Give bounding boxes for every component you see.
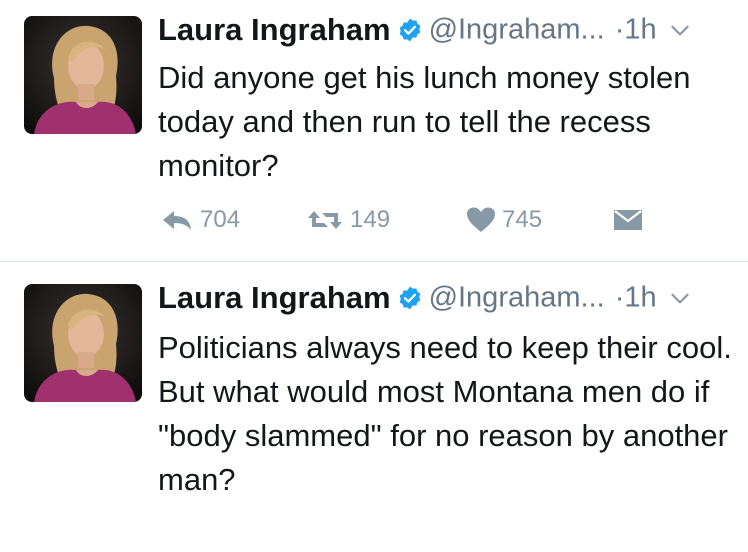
tweet-text: Did anyone get his lunch money stolen to… — [158, 60, 691, 183]
tweet-text: Politicians always need to keep their co… — [158, 330, 732, 497]
separator-dot: · — [614, 13, 625, 46]
direct-message-icon — [613, 208, 643, 232]
author-name[interactable]: Laura Ingraham — [158, 12, 391, 47]
timestamp[interactable]: 1h — [624, 14, 656, 46]
retweet-count: 149 — [350, 206, 391, 233]
retweet-icon — [306, 207, 344, 233]
avatar[interactable] — [24, 16, 142, 134]
heart-icon — [466, 207, 496, 233]
reply-count: 704 — [200, 206, 241, 233]
verified-badge-icon — [397, 285, 423, 311]
tweet-header: Laura Ingraham @Ingraham... ·1h — [158, 12, 734, 52]
chevron-down-icon[interactable] — [667, 285, 693, 311]
tweet-actions: 704 149 745 — [158, 200, 658, 240]
direct-message-button[interactable] — [613, 200, 643, 240]
like-button[interactable]: 745 — [466, 200, 542, 240]
verified-badge-icon — [397, 17, 423, 43]
tweet-header: Laura Ingraham @Ingraham... ·1h — [158, 280, 734, 320]
reply-icon — [160, 207, 194, 233]
tweet[interactable]: Laura Ingraham @Ingraham... ·1h Did anyone… — [0, 0, 748, 262]
chevron-down-icon[interactable] — [667, 17, 693, 43]
reply-button[interactable]: 704 — [160, 200, 240, 240]
author-handle[interactable]: @Ingraham... — [429, 282, 605, 314]
author-handle[interactable]: @Ingraham... — [429, 14, 605, 46]
separator-dot: · — [614, 281, 625, 314]
tweet[interactable]: Laura Ingraham @Ingraham... ·1h Politician… — [0, 262, 748, 552]
avatar[interactable] — [24, 284, 142, 402]
timestamp[interactable]: 1h — [624, 282, 656, 314]
retweet-button[interactable]: 149 — [306, 200, 390, 240]
author-name[interactable]: Laura Ingraham — [158, 280, 391, 315]
like-count: 745 — [502, 206, 543, 233]
